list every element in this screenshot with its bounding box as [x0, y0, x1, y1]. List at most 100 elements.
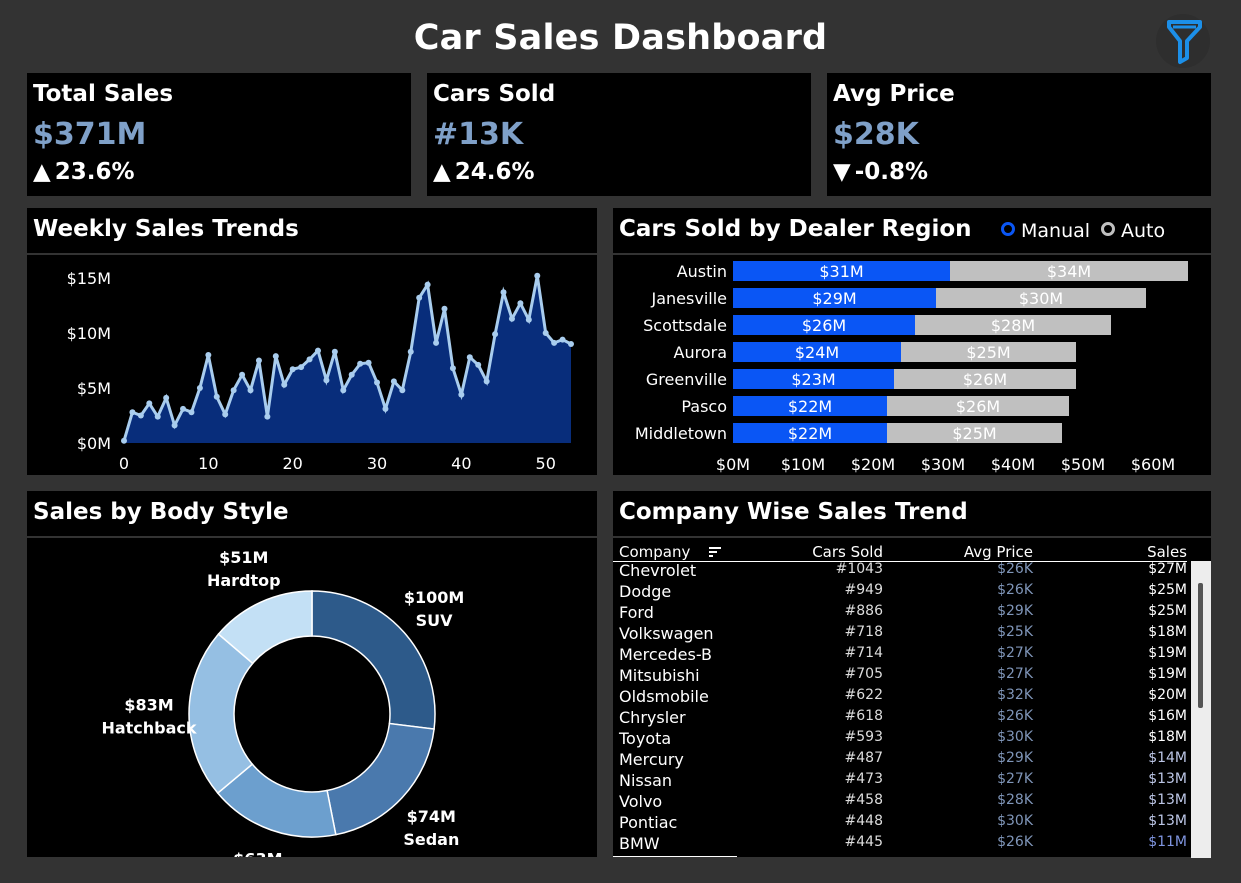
data-point[interactable]	[534, 272, 541, 279]
column-header-cars-sold[interactable]: Cars Sold	[812, 543, 883, 561]
data-point[interactable]	[500, 289, 507, 296]
table-row[interactable]: Chrysler #618 $26K $16M	[613, 708, 1187, 729]
data-point[interactable]	[154, 413, 161, 420]
data-point[interactable]	[163, 394, 170, 401]
table-row[interactable]: Pontiac #448 $30K $13M	[613, 813, 1187, 834]
table-row[interactable]: Ford #886 $29K $25M	[613, 603, 1187, 624]
data-point[interactable]	[525, 316, 532, 323]
dashboard-title: Car Sales Dashboard	[413, 18, 828, 58]
data-point[interactable]	[272, 353, 279, 360]
data-point[interactable]	[222, 411, 229, 418]
data-point[interactable]	[171, 422, 178, 429]
data-point[interactable]	[542, 330, 549, 336]
x-tick-label: 40	[451, 454, 471, 473]
kpi-value: #13K	[433, 117, 524, 152]
data-point[interactable]	[180, 405, 187, 412]
data-point[interactable]	[137, 412, 144, 419]
table-cell: Volkswagen	[619, 624, 714, 643]
data-point[interactable]	[255, 357, 262, 364]
data-point[interactable]	[314, 347, 321, 354]
data-point[interactable]	[483, 378, 490, 385]
data-point[interactable]	[121, 437, 127, 444]
data-point[interactable]	[441, 305, 448, 312]
data-point[interactable]	[247, 387, 254, 394]
legend-manual[interactable]: Manual	[1001, 220, 1090, 242]
data-point[interactable]	[196, 385, 203, 391]
table-row[interactable]: Volkswagen #718 $25K $18M	[613, 624, 1187, 645]
data-point[interactable]	[466, 354, 473, 361]
data-point[interactable]	[129, 409, 136, 416]
data-point[interactable]	[239, 371, 246, 378]
table-row[interactable]: Dodge #949 $26K $25M	[613, 582, 1187, 603]
data-point[interactable]	[331, 348, 338, 355]
data-point[interactable]	[407, 348, 414, 355]
data-point[interactable]	[390, 378, 397, 385]
table-row[interactable]: Volvo #458 $28K $13M	[613, 792, 1187, 813]
weekly-sales-chart[interactable]: $0M $5M $10M $15M 0 10 20 30 40 50	[27, 255, 597, 475]
data-point[interactable]	[492, 331, 499, 338]
data-point[interactable]	[323, 377, 330, 384]
sort-icon[interactable]	[708, 546, 722, 558]
table-cell: Pontiac	[619, 813, 678, 832]
data-point[interactable]	[188, 409, 195, 416]
data-point[interactable]	[306, 356, 313, 363]
table-cell: $16M	[1148, 708, 1187, 724]
data-point[interactable]	[458, 391, 465, 398]
data-point[interactable]	[433, 339, 440, 346]
data-point[interactable]	[146, 400, 153, 407]
kpi-title: Avg Price	[833, 81, 955, 107]
data-point[interactable]	[416, 294, 423, 301]
table-row[interactable]: Mercedes-B #714 $27K $19M	[613, 645, 1187, 666]
table-body[interactable]: Chevrolet #1043 $26K $27M Dodge #949 $26K $25M F…	[613, 561, 1187, 858]
data-point[interactable]	[399, 387, 406, 394]
data-point[interactable]	[449, 365, 456, 372]
table-cell: #705	[844, 666, 883, 682]
body-style-donut-chart[interactable]: $100MSUV$74MSedan$63MPassenger$83MHatchb…	[27, 538, 597, 857]
table-cell: Mercury	[619, 750, 684, 769]
data-point[interactable]	[568, 341, 574, 347]
column-header-sales[interactable]: Sales	[1147, 543, 1187, 561]
data-point[interactable]	[298, 364, 305, 371]
data-point[interactable]	[382, 405, 389, 412]
data-point[interactable]	[289, 366, 296, 373]
region-label: Aurora	[674, 343, 727, 362]
dealer-region-chart[interactable]: Austin $31M $34M Janesville $29M $30M Scottsda…	[613, 255, 1211, 475]
scrollbar-thumb[interactable]	[1198, 583, 1203, 708]
legend-label: Manual	[1021, 220, 1091, 242]
data-point[interactable]	[348, 371, 355, 378]
table-row[interactable]: Mitsubishi #705 $27K $19M	[613, 666, 1187, 687]
data-point[interactable]	[559, 336, 566, 343]
region-label: Scottsdale	[643, 316, 727, 335]
data-point[interactable]	[508, 315, 515, 322]
column-header-avg-price[interactable]: Avg Price	[964, 543, 1033, 561]
data-point[interactable]	[424, 281, 431, 288]
data-point[interactable]	[365, 359, 372, 366]
data-point[interactable]	[357, 360, 364, 367]
data-point[interactable]	[205, 352, 212, 358]
data-point[interactable]	[230, 387, 237, 394]
data-point[interactable]	[551, 339, 558, 346]
legend-auto[interactable]: Auto	[1101, 220, 1165, 242]
column-header-company[interactable]: Company	[619, 543, 690, 561]
table-row[interactable]: BMW #445 $26K $11M	[613, 834, 1187, 855]
data-point[interactable]	[374, 379, 381, 386]
data-point[interactable]	[213, 393, 220, 400]
region-label: Middletown	[635, 424, 727, 443]
data-point[interactable]	[517, 300, 524, 307]
table-scrollbar[interactable]	[1191, 561, 1211, 858]
table-cell: #949	[844, 582, 883, 598]
table-row[interactable]: Mercury #487 $29K $14M	[613, 750, 1187, 771]
data-point[interactable]	[264, 413, 271, 420]
donut-slice-hatchback[interactable]	[188, 633, 254, 795]
table-bottom-rule	[613, 856, 737, 857]
legend-dot-auto-icon	[1101, 222, 1115, 236]
bar-value-label: $26M	[956, 397, 1000, 416]
filter-button[interactable]	[1156, 14, 1210, 68]
data-point[interactable]	[475, 361, 482, 368]
table-row[interactable]: Toyota #593 $30K $18M	[613, 729, 1187, 750]
table-row[interactable]: Oldsmobile #622 $32K $20M	[613, 687, 1187, 708]
table-row[interactable]: Chevrolet #1043 $26K $27M	[613, 561, 1187, 582]
data-point[interactable]	[281, 381, 288, 388]
data-point[interactable]	[340, 387, 347, 394]
table-row[interactable]: Nissan #473 $27K $13M	[613, 771, 1187, 792]
